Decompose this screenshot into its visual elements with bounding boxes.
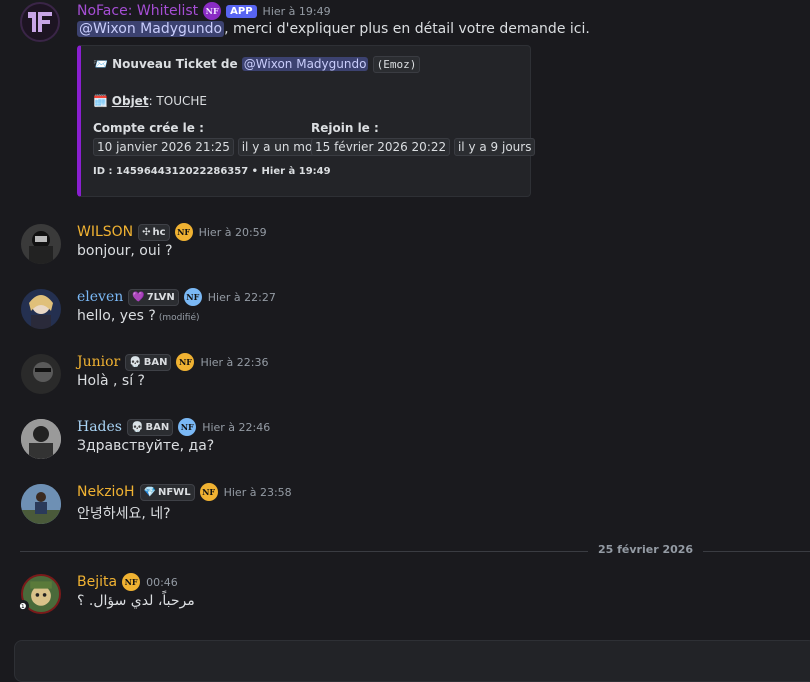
username-code: (Emoz): [372, 56, 421, 73]
joined-label: Rejoin le :: [311, 121, 379, 135]
server-tag-icon: NF: [203, 2, 222, 20]
skull-icon: 💀: [131, 421, 144, 433]
heart-icon: 💜: [132, 291, 145, 303]
skull-icon: 💀: [129, 356, 142, 368]
timestamp: Hier à 19:49: [262, 4, 331, 18]
author-name[interactable]: Bejita: [77, 574, 117, 590]
timestamp: Hier à 22:36: [200, 355, 269, 369]
avatar[interactable]: [21, 224, 61, 264]
message-text: hello, yes ?: [77, 308, 156, 324]
user-mention[interactable]: @Wixon Madygundo: [241, 57, 369, 71]
joined-values: 15 février 2026 20:22 il y a 9 jours: [311, 138, 536, 156]
server-tag[interactable]: 💀 BAN: [125, 353, 172, 371]
calendar-icon: 🗓️: [93, 94, 108, 108]
author-name[interactable]: Hades: [77, 419, 122, 435]
guild-icon: NF: [183, 288, 202, 306]
author-name[interactable]: eleven: [77, 289, 123, 305]
app-badge: APP: [226, 4, 257, 18]
embed-subject: 🗓️ Objet: TOUCHE: [93, 94, 207, 108]
ticket-embed: 📨 Nouveau Ticket de @Wixon Madygundo (Em…: [77, 45, 536, 197]
user-mention[interactable]: @Wixon Madygundo: [77, 21, 225, 37]
message-text: Holà , sí ?: [77, 373, 145, 389]
avatar[interactable]: [20, 2, 60, 42]
message-text: 안녕하세요, 네?: [77, 506, 171, 522]
avatar[interactable]: [21, 484, 61, 524]
sparkle-icon: ✣: [142, 226, 151, 238]
timestamp: Hier à 20:59: [198, 225, 267, 239]
avatar[interactable]: [21, 289, 61, 329]
author-name[interactable]: WILSON: [77, 224, 133, 240]
guild-icon: NF: [176, 353, 195, 371]
timestamp: Hier à 22:27: [207, 290, 276, 304]
server-tag[interactable]: 💀 BAN: [127, 418, 174, 436]
guild-icon: NF: [174, 223, 193, 241]
server-tag[interactable]: 💎 NFWL: [139, 483, 195, 501]
date-divider-label: 25 février 2026: [588, 543, 704, 556]
gem-icon: 💎: [143, 486, 156, 498]
guild-icon: NF: [199, 483, 218, 501]
author-name[interactable]: NoFace: Whitelist: [77, 3, 198, 19]
message-text: , merci d'expliquer plus en détail votre…: [224, 21, 590, 37]
envelope-icon: 📨: [93, 57, 108, 71]
embed-title: 📨 Nouveau Ticket de @Wixon Madygundo (Em…: [93, 56, 421, 73]
timestamp: 00:46: [146, 575, 178, 589]
author-name[interactable]: Junior: [77, 354, 120, 370]
timestamp: Hier à 22:46: [202, 420, 271, 434]
edited-label: (modifié): [158, 313, 200, 323]
avatar[interactable]: [21, 354, 61, 394]
created-label: Compte crée le :: [93, 121, 204, 135]
avatar[interactable]: [21, 419, 61, 459]
status-indicator-icon: ❶: [17, 600, 29, 612]
message-input[interactable]: [14, 640, 810, 682]
server-tag[interactable]: 💜 7LVN: [128, 288, 179, 306]
created-values: 10 janvier 2026 21:25 il y a un mois: [93, 138, 326, 156]
author-name[interactable]: NekzioH: [77, 484, 135, 500]
message-text: مرحباً، لدي سؤال. ؟: [77, 593, 195, 609]
message-text: bonjour, oui ?: [77, 243, 173, 259]
server-tag[interactable]: ✣ hc: [138, 223, 170, 241]
guild-icon: NF: [122, 573, 141, 591]
embed-footer: ID : 1459644312022286357 • Hier à 19:49: [93, 166, 331, 177]
message-text: Здравствуйте, да?: [77, 438, 215, 454]
timestamp: Hier à 23:58: [223, 485, 292, 499]
guild-icon: NF: [178, 418, 197, 436]
